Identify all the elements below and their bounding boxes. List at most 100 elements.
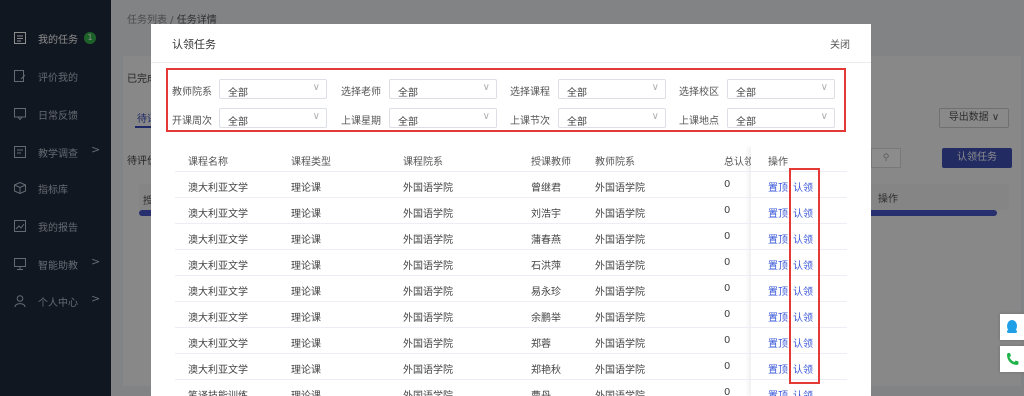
- total-claimed-cell: 0: [724, 361, 731, 372]
- course-name-cell: 澳大利亚文学: [188, 339, 248, 350]
- pin-top-link[interactable]: 置顶: [768, 283, 788, 298]
- select-value: 全部: [398, 117, 418, 128]
- teacher-select[interactable]: 全部 ∨: [389, 79, 497, 99]
- table-row: 澳大利亚文学 理论课 外国语学院 曾继君 外国语学院 0 置顶 认领: [175, 172, 847, 198]
- weekday-select[interactable]: 全部 ∨: [389, 108, 497, 128]
- course-dept-cell: 外国语学院: [403, 261, 453, 272]
- total-claimed-cell: 0: [724, 179, 731, 190]
- location-select[interactable]: 全部 ∨: [727, 108, 835, 128]
- dialog-divider: [151, 62, 871, 63]
- select-value: 全部: [567, 117, 587, 128]
- course-select[interactable]: 全部 ∨: [558, 79, 666, 99]
- campus-select[interactable]: 全部 ∨: [727, 79, 835, 99]
- chevron-down-icon: ∨: [820, 82, 828, 93]
- pin-top-link[interactable]: 置顶: [768, 231, 788, 246]
- qq-icon: [1007, 320, 1017, 333]
- pin-top-link[interactable]: 置顶: [768, 361, 788, 376]
- course-name-cell: 笔译技能训练: [188, 387, 248, 396]
- course-dept-cell: 外国语学院: [403, 313, 453, 324]
- course-table: 课程名称 课程类型 课程院系 授课教师 教师院系 总认领 操作 澳大利亚文学理论…: [175, 146, 847, 396]
- header-total-claimed: 总认领: [724, 157, 751, 168]
- filter-label-campus: 选择校区: [679, 87, 719, 98]
- week-select[interactable]: 全部 ∨: [219, 108, 327, 128]
- header-operation: 操作: [768, 157, 788, 168]
- teacher-cell: 石洪萍: [531, 261, 561, 272]
- chevron-down-icon: ∨: [482, 111, 490, 122]
- course-type-cell: 理论课: [291, 183, 321, 194]
- total-claimed-cell: 0: [724, 231, 731, 242]
- teacher-cell: 易永珍: [531, 287, 561, 298]
- claim-link[interactable]: 认领: [793, 387, 813, 396]
- teacher-dept-cell: 外国语学院: [595, 387, 645, 396]
- course-dept-cell: 外国语学院: [403, 235, 453, 246]
- filter-label-location: 上课地点: [679, 116, 719, 127]
- total-claimed-cell: 0: [724, 309, 731, 320]
- teacher-dept-select[interactable]: 全部 ∨: [219, 79, 327, 99]
- qq-chat-button[interactable]: [1000, 314, 1024, 340]
- teacher-dept-cell: 外国语学院: [595, 365, 645, 376]
- course-type-cell: 理论课: [291, 261, 321, 272]
- chevron-down-icon: ∨: [651, 111, 659, 122]
- table-row: 澳大利亚文学 理论课 外国语学院 余鹏举 外国语学院 0 置顶 认领: [175, 302, 847, 328]
- total-claimed-cell: 0: [724, 205, 731, 216]
- pin-top-link[interactable]: 置顶: [768, 257, 788, 272]
- course-name-cell: 澳大利亚文学: [188, 183, 248, 194]
- total-claimed-cell: 0: [724, 257, 731, 268]
- period-select[interactable]: 全部 ∨: [558, 108, 666, 128]
- total-claimed-cell: 0: [724, 335, 731, 346]
- course-name-cell: 澳大利亚文学: [188, 365, 248, 376]
- course-type-cell: 理论课: [291, 209, 321, 220]
- pin-top-link[interactable]: 置顶: [768, 205, 788, 220]
- course-type-cell: 理论课: [291, 339, 321, 350]
- course-type-cell: 理论课: [291, 387, 321, 396]
- filter-label-weekday: 上课星期: [341, 116, 381, 127]
- pin-top-link[interactable]: 置顶: [768, 335, 788, 350]
- header-course-type: 课程类型: [291, 157, 331, 168]
- claim-column-highlight: [789, 168, 820, 384]
- teacher-dept-cell: 外国语学院: [595, 287, 645, 298]
- teacher-cell: 蒲春燕: [531, 235, 561, 246]
- header-course-dept: 课程院系: [403, 157, 443, 168]
- select-value: 全部: [228, 117, 248, 128]
- table-row: 澳大利亚文学 理论课 外国语学院 蒲春燕 外国语学院 0 置顶 认领: [175, 224, 847, 250]
- select-value: 全部: [398, 88, 418, 99]
- table-row: 澳大利亚文学 理论课 外国语学院 刘浩宇 外国语学院 0 置顶 认领: [175, 198, 847, 224]
- pin-top-link[interactable]: 置顶: [768, 309, 788, 324]
- select-value: 全部: [567, 88, 587, 99]
- course-dept-cell: 外国语学院: [403, 365, 453, 376]
- select-value: 全部: [228, 88, 248, 99]
- course-name-cell: 澳大利亚文学: [188, 313, 248, 324]
- pin-top-link[interactable]: 置顶: [768, 387, 788, 396]
- table-row: 澳大利亚文学 理论课 外国语学院 郑艳秋 外国语学院 0 置顶 认领: [175, 354, 847, 380]
- filter-label-teacher-dept: 教师院系: [172, 87, 212, 98]
- teacher-dept-cell: 外国语学院: [595, 313, 645, 324]
- teacher-cell: 郑蓉: [531, 339, 551, 350]
- teacher-dept-cell: 外国语学院: [595, 339, 645, 350]
- phone-contact-button[interactable]: [1000, 346, 1024, 372]
- total-claimed-cell: 0: [724, 387, 731, 396]
- filter-label-course: 选择课程: [510, 87, 550, 98]
- chevron-down-icon: ∨: [312, 111, 320, 122]
- pin-top-link[interactable]: 置顶: [768, 179, 788, 194]
- total-claimed-cell: 0: [724, 283, 731, 294]
- course-dept-cell: 外国语学院: [403, 287, 453, 298]
- chevron-down-icon: ∨: [651, 82, 659, 93]
- course-dept-cell: 外国语学院: [403, 183, 453, 194]
- course-name-cell: 澳大利亚文学: [188, 287, 248, 298]
- table-row: 澳大利亚文学 理论课 外国语学院 石洪萍 外国语学院 0 置顶 认领: [175, 250, 847, 276]
- teacher-dept-cell: 外国语学院: [595, 183, 645, 194]
- table-header: 课程名称 课程类型 课程院系 授课教师 教师院系 总认领 操作: [175, 146, 847, 172]
- teacher-dept-cell: 外国语学院: [595, 261, 645, 272]
- course-dept-cell: 外国语学院: [403, 209, 453, 220]
- phone-icon: [1007, 353, 1019, 365]
- filter-label-period: 上课节次: [510, 116, 550, 127]
- course-type-cell: 理论课: [291, 235, 321, 246]
- select-value: 全部: [736, 88, 756, 99]
- teacher-cell: 刘浩宇: [531, 209, 561, 220]
- teacher-cell: 曾继君: [531, 183, 561, 194]
- course-name-cell: 澳大利亚文学: [188, 235, 248, 246]
- close-button[interactable]: 关闭: [830, 36, 850, 51]
- course-type-cell: 理论课: [291, 365, 321, 376]
- dialog-title: 认领任务: [172, 38, 216, 51]
- course-dept-cell: 外国语学院: [403, 339, 453, 350]
